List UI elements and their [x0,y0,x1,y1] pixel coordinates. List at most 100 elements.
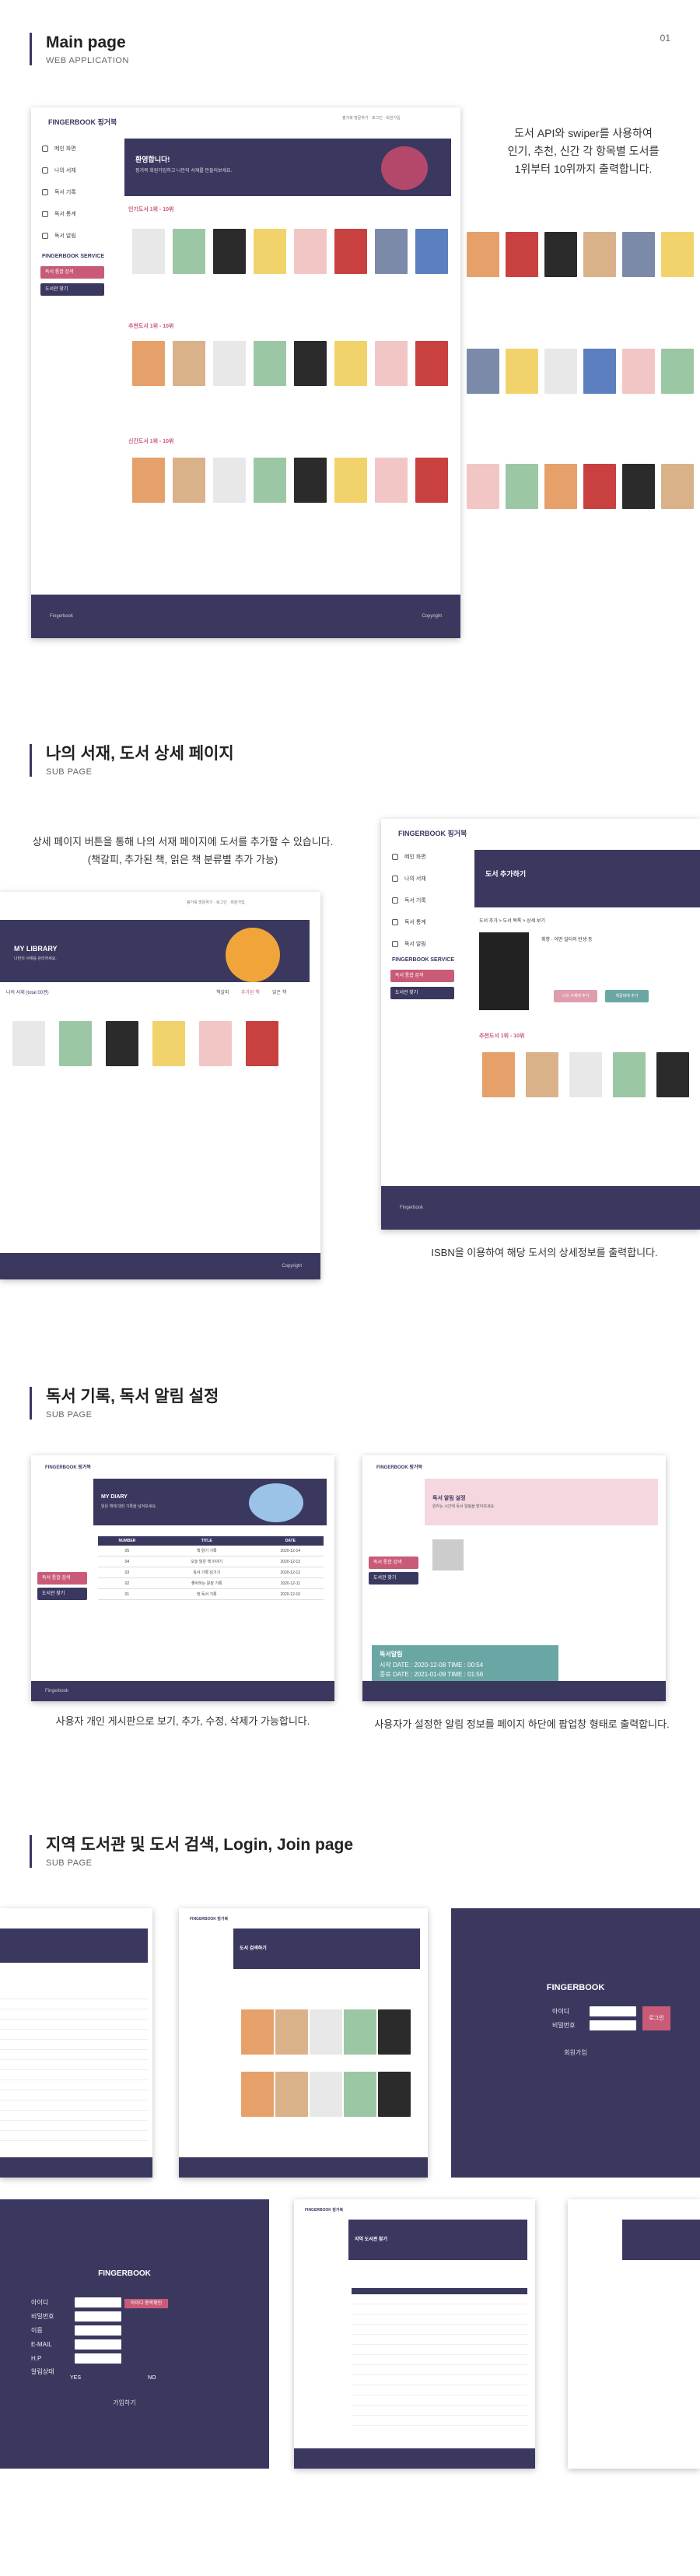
book-card[interactable] [213,341,246,386]
book-card[interactable] [275,2072,308,2117]
app-logo[interactable]: FINGERBOOK 핑거북 [45,1463,91,1470]
book-card[interactable] [661,464,694,509]
id-input[interactable] [590,2006,636,2016]
add-to-library-button[interactable]: 나의 서재에 추가 [554,990,597,1002]
password-input[interactable] [590,2020,636,2030]
book-card[interactable] [622,349,655,394]
join-submit-button[interactable]: 가입하기 [0,2399,249,2407]
sidebar-item-alarm[interactable]: 독서 알림 [42,232,76,240]
book-card[interactable] [415,341,448,386]
book-card[interactable] [173,458,205,503]
book-card[interactable] [213,229,246,274]
book-card[interactable] [106,1021,138,1066]
sidebar-item-main[interactable]: 메인 화면 [392,853,426,861]
search-service-button[interactable]: 독서 통합 검색 [37,1572,87,1585]
table-row[interactable]: 05 책 읽기 기록 2020-12-14 [98,1546,324,1556]
book-card[interactable] [506,232,538,277]
book-card[interactable] [241,2009,274,2055]
search-service-button[interactable]: 독서 통합 검색 [390,970,454,982]
book-card[interactable] [378,2009,411,2055]
book-card[interactable] [613,1052,646,1097]
sidebar-item-main[interactable]: 메인 화면 [42,145,76,153]
tab-bookmark[interactable]: 책갈피 [216,988,229,995]
book-card[interactable] [294,229,327,274]
book-card[interactable] [254,341,286,386]
join-field-input[interactable] [75,2353,121,2364]
library-service-button[interactable]: 도서관 찾기 [40,283,104,296]
sidebar-item-library[interactable]: 나의 서재 [392,875,426,883]
search-service-button[interactable]: 독서 통합 검색 [369,1556,418,1569]
book-card[interactable] [467,464,499,509]
notice-no[interactable]: NO [148,2375,156,2381]
app-logo[interactable]: FINGERBOOK 핑거북 [305,2207,343,2213]
book-card[interactable] [310,2009,342,2055]
book-card[interactable] [415,229,448,274]
book-card[interactable] [375,458,408,503]
sidebar-item-stats[interactable]: 독서 통계 [42,210,76,218]
login-button[interactable]: 로그인 [642,2006,670,2030]
book-card[interactable] [294,341,327,386]
book-card[interactable] [152,1021,185,1066]
join-field-input[interactable] [75,2339,121,2350]
join-field-input[interactable] [75,2311,121,2322]
book-card[interactable] [467,232,499,277]
book-card[interactable] [12,1021,45,1066]
app-logo[interactable]: FINGERBOOK 핑거북 [48,117,117,127]
book-card[interactable] [173,229,205,274]
tab-added[interactable]: 추가된 책 [241,988,260,995]
book-card[interactable] [246,1021,278,1066]
book-card[interactable] [241,2072,274,2117]
book-card[interactable] [544,232,577,277]
book-card[interactable] [506,464,538,509]
library-service-button[interactable]: 도서관 찾기 [390,987,454,999]
book-card[interactable] [132,341,165,386]
book-card[interactable] [661,232,694,277]
book-card[interactable] [294,458,327,503]
book-card[interactable] [344,2009,376,2055]
book-card[interactable] [583,464,616,509]
book-card[interactable] [344,2072,376,2117]
library-service-button[interactable]: 도서관 찾기 [37,1588,87,1600]
book-card[interactable] [275,2009,308,2055]
book-card[interactable] [482,1052,515,1097]
tab-read[interactable]: 읽은 책 [272,988,286,995]
book-card[interactable] [622,232,655,277]
library-service-button[interactable]: 도서관 찾기 [369,1572,418,1585]
table-row[interactable]: 03 독서 기록 남기기 2020-12-12 [98,1567,324,1578]
table-row[interactable]: 01 첫 독서 기록 2020-12-10 [98,1588,324,1600]
book-card[interactable] [254,229,286,274]
sidebar-item-alarm[interactable]: 독서 알림 [392,940,426,948]
notice-yes[interactable]: YES [70,2375,81,2381]
app-logo[interactable]: FINGERBOOK 핑거북 [190,1916,228,1921]
table-row[interactable]: 02 좋아하는 문장 기록 2020-12-11 [98,1578,324,1589]
book-card[interactable] [506,349,538,394]
book-card[interactable] [334,458,367,503]
book-card[interactable] [583,232,616,277]
app-logo[interactable]: FINGERBOOK 핑거북 [398,828,467,838]
search-service-button[interactable]: 독서 통합 검색 [40,266,104,279]
book-card[interactable] [467,349,499,394]
top-nav[interactable]: 핑거북 방문하기 · 로그인 · 회원가입 [187,900,245,905]
join-field-input[interactable] [75,2297,121,2308]
sidebar-item-stats[interactable]: 독서 통계 [392,918,426,926]
table-row[interactable]: 04 오늘 읽은 책 이야기 2020-12-13 [98,1556,324,1567]
book-card[interactable] [375,229,408,274]
book-card[interactable] [656,1052,689,1097]
join-link[interactable]: 회원가입 [451,2048,700,2057]
book-card[interactable] [213,458,246,503]
sidebar-item-library[interactable]: 나의 서재 [42,167,76,174]
book-card[interactable] [334,341,367,386]
book-card[interactable] [544,349,577,394]
dup-check-button[interactable]: 아이디 중복확인 [124,2299,168,2308]
book-card[interactable] [375,341,408,386]
book-card[interactable] [310,2072,342,2117]
book-card[interactable] [569,1052,602,1097]
app-logo[interactable]: FINGERBOOK 핑거북 [376,1463,422,1470]
book-card[interactable] [254,458,286,503]
sidebar-item-record[interactable]: 독서 기록 [392,897,426,904]
book-card[interactable] [132,229,165,274]
book-card[interactable] [583,349,616,394]
book-card[interactable] [173,341,205,386]
book-card[interactable] [544,464,577,509]
sidebar-item-record[interactable]: 독서 기록 [42,188,76,196]
